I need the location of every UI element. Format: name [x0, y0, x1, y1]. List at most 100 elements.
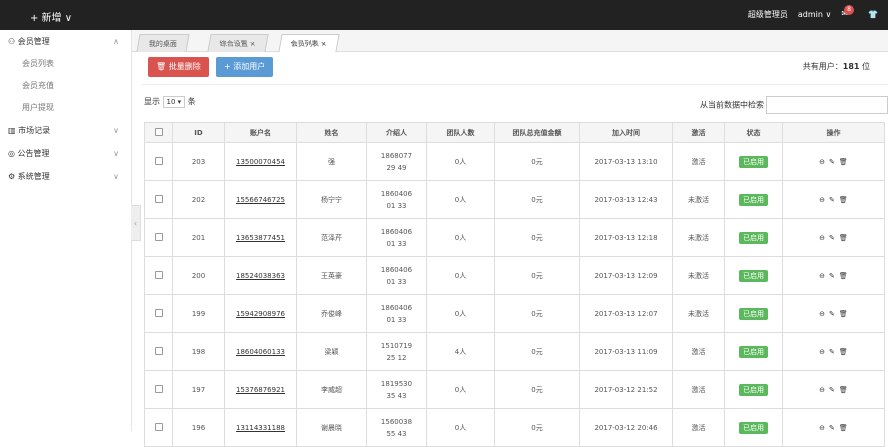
sidebar-collapse-handle[interactable]: ‹: [131, 205, 141, 241]
edit-icon[interactable]: ✎: [829, 158, 835, 166]
add-user-button[interactable]: + 添加用户: [216, 57, 274, 77]
row-checkbox[interactable]: [144, 294, 173, 333]
add-new-menu[interactable]: + 新增 ∨: [30, 9, 72, 24]
edit-icon[interactable]: ✎: [829, 196, 835, 204]
status-badge: 已启用: [739, 345, 768, 358]
cell-active: 未激活: [672, 180, 725, 219]
trash-icon[interactable]: 🗑: [839, 424, 848, 432]
edit-icon[interactable]: ✎: [829, 424, 835, 432]
cell-active: 激活: [672, 370, 725, 409]
row-checkbox[interactable]: [144, 142, 173, 181]
cell-account[interactable]: 15376876921: [224, 370, 297, 409]
status-badge: 已启用: [739, 155, 768, 168]
cell-account[interactable]: 18604060133: [224, 332, 297, 371]
row-checkbox[interactable]: [144, 332, 173, 371]
sidebar-group-market[interactable]: ▥ 市场记录 ∨: [0, 119, 131, 142]
sidebar-group-system[interactable]: ⚙ 系统管理 ∨: [0, 165, 131, 188]
row-checkbox[interactable]: [144, 180, 173, 219]
message-icon[interactable]: ✉8: [841, 5, 858, 20]
column-header: 激活: [672, 122, 725, 143]
row-checkbox[interactable]: [144, 218, 173, 257]
tshirt-icon[interactable]: 👕: [868, 10, 878, 19]
sidebar-item-member-recharge[interactable]: 会员充值: [0, 75, 131, 97]
edit-icon[interactable]: ✎: [829, 348, 835, 356]
column-header[interactable]: ID: [172, 122, 225, 143]
cell-referrer: 186040601 33: [366, 294, 427, 333]
cell-account[interactable]: 13114331188: [224, 408, 297, 447]
cell-name: 杨宁宁: [296, 180, 367, 219]
trash-icon[interactable]: 🗑: [839, 310, 848, 318]
edit-icon[interactable]: ✎: [829, 234, 835, 242]
cell-active: 未激活: [672, 256, 725, 295]
account-link[interactable]: 15942908976: [236, 310, 285, 318]
account-link[interactable]: 13500070454: [236, 158, 285, 166]
cell-name: 范泽芹: [296, 218, 367, 257]
account-link[interactable]: 13653877451: [236, 234, 285, 242]
cell-amount: 0元: [494, 332, 580, 371]
cell-account[interactable]: 18524038363: [224, 256, 297, 295]
disable-icon[interactable]: ⊖: [819, 234, 825, 242]
cell-id: 202: [172, 180, 225, 219]
cell-account[interactable]: 13653877451: [224, 218, 297, 257]
cell-account[interactable]: 15942908976: [224, 294, 297, 333]
chart-icon: ▥: [8, 126, 19, 135]
row-checkbox[interactable]: [144, 370, 173, 409]
cell-id: 197: [172, 370, 225, 409]
edit-icon[interactable]: ✎: [829, 310, 835, 318]
gear-icon: ⚙: [8, 172, 18, 181]
sidebar-item-withdraw[interactable]: 用户提现: [0, 97, 131, 119]
disable-icon[interactable]: ⊖: [819, 386, 825, 394]
trash-icon[interactable]: 🗑: [839, 272, 848, 280]
disable-icon[interactable]: ⊖: [819, 196, 825, 204]
trash-icon[interactable]: 🗑: [839, 348, 848, 356]
trash-icon[interactable]: 🗑: [839, 196, 848, 204]
cell-account[interactable]: 15566746725: [224, 180, 297, 219]
edit-icon[interactable]: ✎: [829, 386, 835, 394]
account-link[interactable]: 18604060133: [236, 348, 285, 356]
sidebar-group-notice[interactable]: ◎ 公告管理 ∨: [0, 142, 131, 165]
cell-account[interactable]: 13500070454: [224, 142, 297, 181]
tab-member-list[interactable]: 会员列表 ×: [278, 34, 340, 53]
disable-icon[interactable]: ⊖: [819, 424, 825, 432]
cell-status: 已启用: [724, 180, 783, 219]
close-icon[interactable]: ×: [248, 35, 257, 53]
cell-team: 0人: [426, 142, 495, 181]
chevron-down-icon: ∨: [113, 172, 119, 181]
account-link[interactable]: 18524038363: [236, 272, 285, 280]
table-header: ID 账户名 姓名 介绍人 团队人数 团队总充值金额 加入时间 激活 状态 操作: [144, 122, 885, 143]
trash-icon[interactable]: 🗑: [839, 386, 848, 394]
row-checkbox[interactable]: [144, 256, 173, 295]
trash-icon[interactable]: 🗑: [839, 158, 848, 166]
sidebar-group-member[interactable]: ⚇ 会员管理 ∧: [0, 30, 131, 53]
select-all-checkbox[interactable]: [144, 122, 173, 143]
cell-time: 2017-03-12 20:46: [579, 408, 673, 447]
cell-actions: ⊖ ✎ 🗑: [782, 332, 885, 371]
disable-icon[interactable]: ⊖: [819, 158, 825, 166]
tab-desktop[interactable]: 我的桌面: [136, 34, 190, 52]
account-link[interactable]: 13114331188: [236, 424, 285, 432]
member-table: ID 账户名 姓名 介绍人 团队人数 团队总充值金额 加入时间 激活 状态 操作…: [144, 122, 885, 447]
batch-delete-button[interactable]: 🗑 批量删除: [148, 57, 209, 77]
trash-icon[interactable]: 🗑: [839, 234, 848, 242]
tab-settings[interactable]: 综合设置 ×: [207, 34, 269, 53]
search-input[interactable]: [766, 96, 888, 114]
sidebar-item-member-list[interactable]: 会员列表: [0, 53, 131, 75]
cell-team: 0人: [426, 370, 495, 409]
cell-id: 199: [172, 294, 225, 333]
account-link[interactable]: 15566746725: [236, 196, 285, 204]
disable-icon[interactable]: ⊖: [819, 272, 825, 280]
row-checkbox[interactable]: [144, 408, 173, 447]
cell-actions: ⊖ ✎ 🗑: [782, 370, 885, 409]
table-row: 198 18604060133 梁颖 151071925 12 4人 0元 2017-03-…: [144, 332, 885, 371]
disable-icon[interactable]: ⊖: [819, 348, 825, 356]
account-link[interactable]: 15376876921: [236, 386, 285, 394]
cell-time: 2017-03-12 21:52: [579, 370, 673, 409]
status-badge: 已启用: [739, 421, 768, 434]
user-menu[interactable]: admin ∨: [798, 10, 831, 19]
page-size-select[interactable]: 10 ▾: [162, 96, 186, 108]
table-row: 201 13653877451 范泽芹 186040601 33 0人 0元 2017-03…: [144, 218, 885, 257]
edit-icon[interactable]: ✎: [829, 272, 835, 280]
cell-actions: ⊖ ✎ 🗑: [782, 294, 885, 333]
close-icon[interactable]: ×: [319, 35, 328, 53]
disable-icon[interactable]: ⊖: [819, 310, 825, 318]
